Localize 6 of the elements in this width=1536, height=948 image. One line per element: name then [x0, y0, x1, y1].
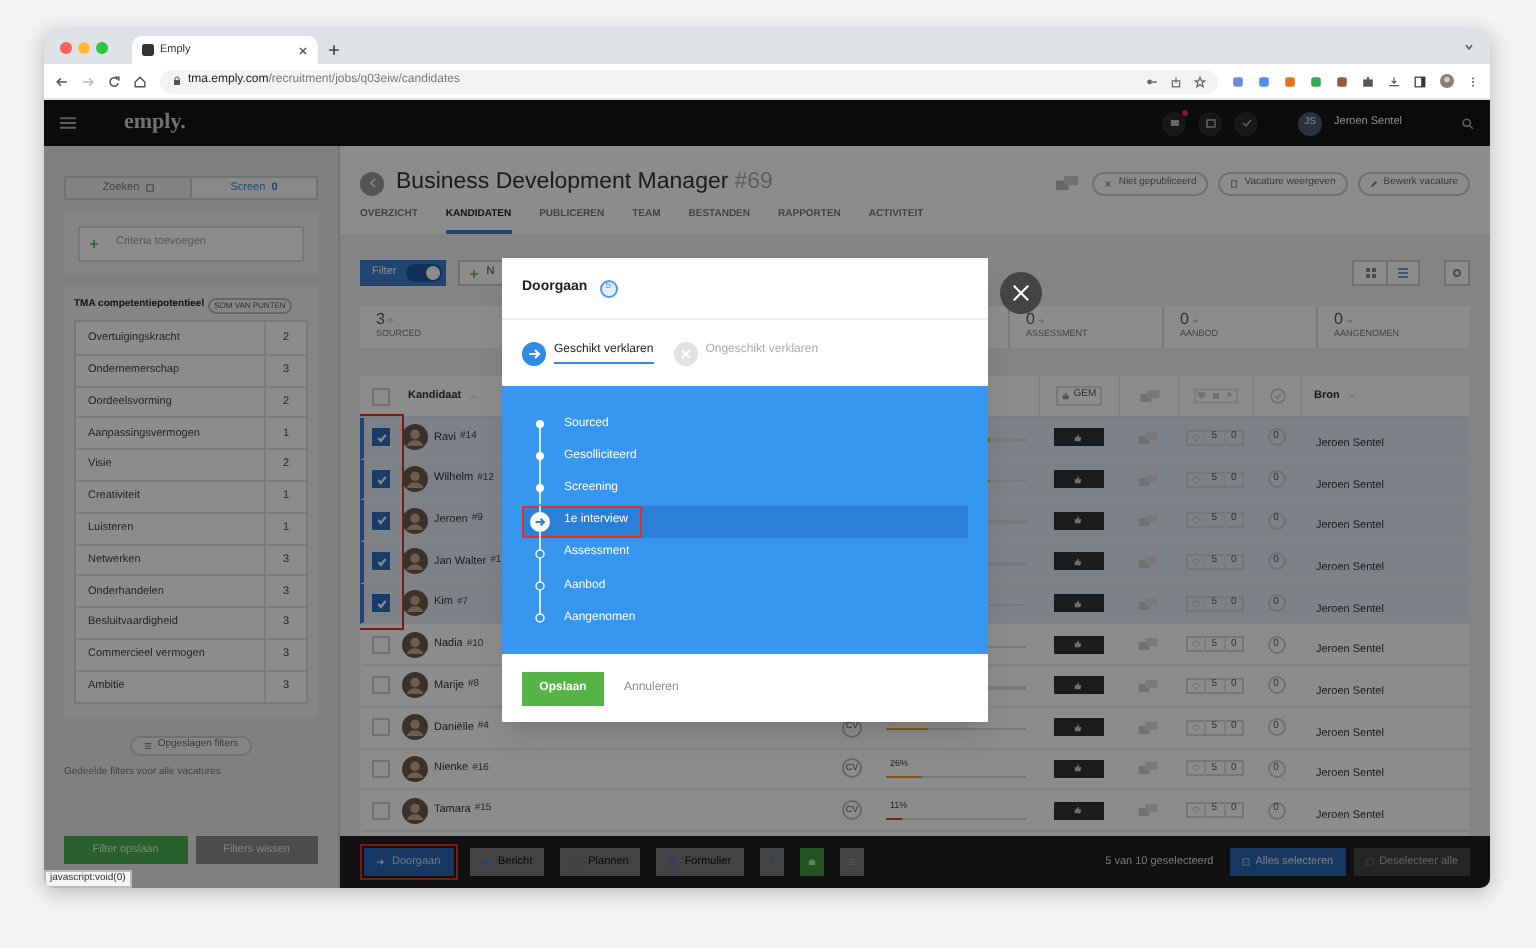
logo: emply.: [124, 108, 186, 139]
stage-count: 3: [376, 312, 385, 329]
stage-count: 0: [1180, 312, 1189, 329]
job-title: Business Development Manager: [396, 167, 729, 198]
stage-count: 0: [1334, 312, 1343, 329]
stage-count: 0: [1026, 312, 1035, 329]
